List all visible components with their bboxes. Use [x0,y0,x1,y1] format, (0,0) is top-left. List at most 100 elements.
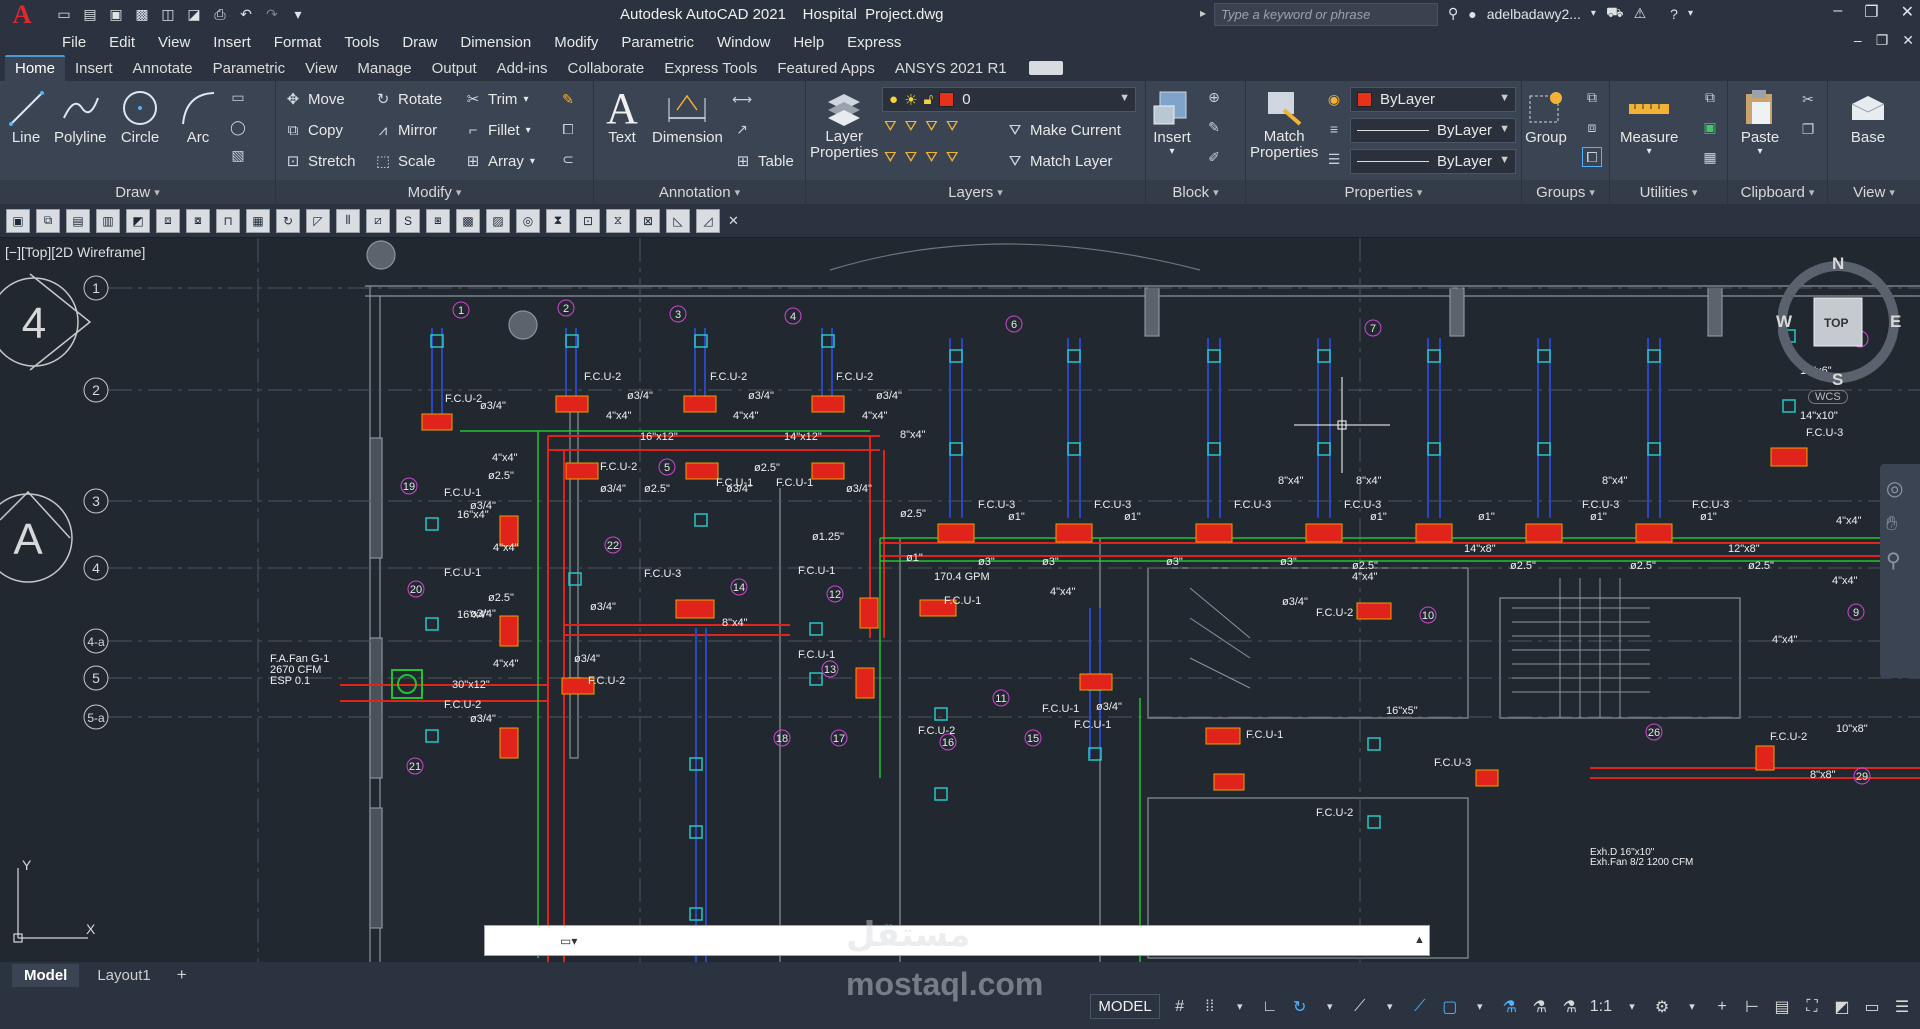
polyline-button[interactable]: Polyline [54,87,107,146]
tab-manage[interactable]: Manage [347,57,421,81]
viewcube-north[interactable]: N [1832,254,1844,274]
auto-scale-icon[interactable]: ⚗ [1530,997,1550,1017]
groups-panel-title[interactable]: Groups [1522,180,1609,204]
stretch-button[interactable]: ⊡ Stretch [284,149,356,173]
edit-attributes-icon[interactable]: ✐ [1204,147,1224,167]
tool-22-icon[interactable]: ⊠ [636,208,660,233]
tab-ansys[interactable]: ANSYS 2021 R1 [885,57,1017,81]
tab-home[interactable]: Home [5,55,66,81]
tab-parametric[interactable]: Parametric [203,57,296,81]
group-edit-icon[interactable]: ⧈ [1582,117,1602,137]
tool-16-icon[interactable]: ▩ [456,208,480,233]
viewcube-top[interactable]: TOP [1824,316,1848,330]
isodraft-icon[interactable]: ⟋ [1350,998,1370,1016]
utilities-panel-title[interactable]: Utilities [1610,180,1727,204]
select-all-icon[interactable]: ▣ [1700,117,1720,137]
menu-dimension[interactable]: Dimension [460,34,531,51]
make-current-button[interactable]: ⛛ Make Current [1006,118,1121,142]
model-space-button[interactable]: MODEL [1090,994,1160,1019]
polar-icon[interactable]: ↻ [1290,997,1310,1017]
tab-view[interactable]: View [295,57,347,81]
doc-minimize-icon[interactable]: – [1854,32,1862,49]
edit-block-icon[interactable]: ✎ [1204,117,1224,137]
tool-6-icon[interactable]: ⧈ [156,208,180,233]
quick-properties-icon[interactable]: ▤ [1772,997,1792,1017]
insert-button[interactable]: Insert ▾ [1150,87,1194,157]
viewcube[interactable]: TOP N S E W WCS [1776,254,1920,406]
ribbon-minimize-toggle[interactable] [1028,61,1063,75]
array-button[interactable]: ⊞ Array ▾ [464,149,535,173]
paste-button[interactable]: Paste ▾ [1738,87,1782,157]
menu-parametric[interactable]: Parametric [621,34,694,51]
search-icon[interactable]: ⚲ [1448,5,1458,22]
grid-icon[interactable]: # [1170,998,1190,1016]
zoom-extents-icon[interactable]: ⚲ [1886,548,1914,573]
tool-17-icon[interactable]: ▨ [486,208,510,233]
isolate-objects-icon[interactable]: ◩ [1832,997,1852,1017]
tool-1-icon[interactable]: ▣ [6,208,30,233]
cart-icon[interactable]: ⛟ [1606,4,1624,23]
layer-freeze-tool-icon[interactable]: ⛛ [925,118,938,135]
wcs-menu[interactable]: WCS [1808,390,1848,404]
tab-model[interactable]: Model [12,963,80,987]
layer-thaw-icon[interactable]: ⛛ [925,149,938,166]
tool-4-icon[interactable]: ▥ [96,208,120,233]
help-dropdown-icon[interactable]: ▾ [1688,8,1693,19]
viewcube-south[interactable]: S [1832,370,1843,390]
rotate-button[interactable]: ↻ Rotate [374,87,443,111]
tool-8-icon[interactable]: ⊓ [216,208,240,233]
color-dropdown[interactable]: ByLayer ▼ [1350,87,1516,112]
lineweight-icon[interactable]: ≡ [1324,119,1344,139]
tab-annotate[interactable]: Annotate [123,57,203,81]
units-icon[interactable]: ⊢ [1742,997,1762,1017]
fillet-dropdown-icon[interactable]: ▾ [526,125,531,136]
tool-15-icon[interactable]: ⧆ [426,208,450,233]
base-button[interactable]: Base [1846,87,1890,146]
workspace-gear-icon[interactable]: ⚙ [1652,997,1672,1017]
tool-11-icon[interactable]: ◸ [306,208,330,233]
layer-dropdown[interactable]: ● ☀ 🔓︎ 0 ▼ [882,87,1136,112]
search-input[interactable]: Type a keyword or phrase [1214,3,1438,26]
menu-express[interactable]: Express [847,34,901,51]
text-button[interactable]: A Text [600,84,644,147]
expand-arrow-icon[interactable]: ▸ [1200,6,1206,20]
paste-dropdown-icon[interactable]: ▾ [1757,146,1762,157]
view-panel-title[interactable]: View [1828,180,1920,204]
tool-14-icon[interactable]: S [396,208,420,233]
object-snap-icon[interactable]: ▢ [1440,997,1460,1017]
command-history-icon[interactable]: ▲ [1414,934,1425,946]
clipboard-panel-title[interactable]: Clipboard [1728,180,1827,204]
add-scale-icon[interactable]: + [1712,998,1732,1016]
tab-insert[interactable]: Insert [65,57,123,81]
viewcube-east[interactable]: E [1890,312,1901,332]
arc-button[interactable]: Arc [176,87,220,146]
tool-24-icon[interactable]: ◿ [696,208,720,233]
tool-12-icon[interactable]: ⫴ [336,208,360,233]
layer-unlock-icon[interactable]: ⛛ [946,149,959,166]
layer-iso-icon[interactable]: ⛛ [905,118,918,135]
user-dropdown-icon[interactable]: ▾ [1591,8,1596,19]
tool-5-icon[interactable]: ◩ [126,208,150,233]
create-block-icon[interactable]: ⊕ [1204,87,1224,107]
linear-dim-icon[interactable]: ⟷ [732,89,752,109]
color-wheel-icon[interactable]: ◉ [1324,89,1344,109]
snap-dropdown-icon[interactable]: ▾ [1230,1000,1250,1013]
array-dropdown-icon[interactable]: ▾ [530,156,535,167]
menu-help[interactable]: Help [793,34,824,51]
move-button[interactable]: ✥ Move [284,87,345,111]
minimize-icon[interactable]: – [1833,2,1842,22]
customize-dropdown-icon[interactable]: ▾ [288,5,308,25]
measure-button[interactable]: Measure ▾ [1620,87,1678,157]
mirror-button[interactable]: ⩘ Mirror [374,118,437,142]
tab-express-tools[interactable]: Express Tools [654,57,767,81]
circle-button[interactable]: Circle [118,87,162,146]
redo-icon[interactable]: ↷ [262,5,282,25]
object-snap-dropdown-icon[interactable]: ▾ [1470,1000,1490,1013]
match-layer-button[interactable]: ⛛ Match Layer [1006,149,1113,173]
tool-20-icon[interactable]: ⊡ [576,208,600,233]
viewcube-west[interactable]: W [1776,312,1792,332]
user-name[interactable]: adelbadawy2... [1487,6,1581,22]
tool-2-icon[interactable]: ⧉ [36,208,60,233]
match-properties-button[interactable]: Match Properties [1250,87,1318,161]
hatch-icon[interactable]: ▧ [228,145,248,165]
